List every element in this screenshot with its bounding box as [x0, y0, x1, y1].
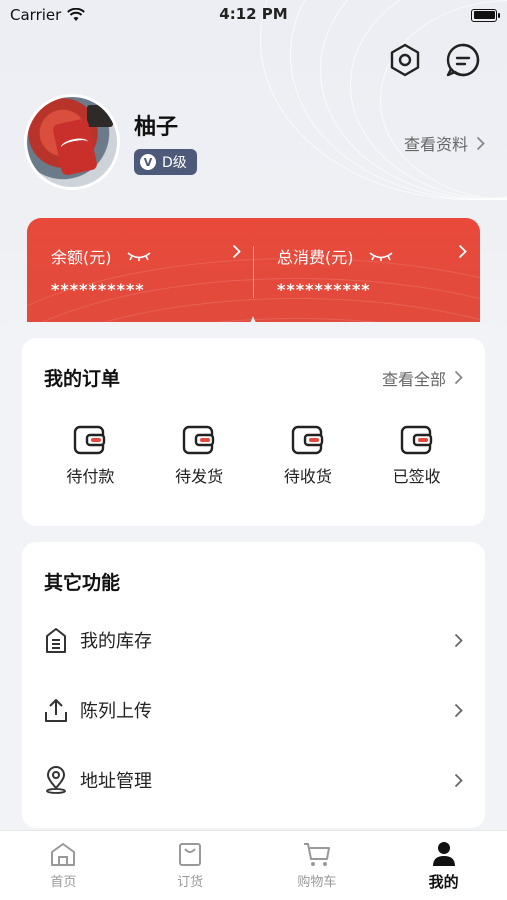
orders-title: 我的订单 — [44, 368, 121, 390]
menu-item-display-upload[interactable]: 陈列上传 — [22, 688, 485, 732]
tab-label: 首页 — [50, 875, 77, 890]
chevron-right-icon — [454, 703, 463, 717]
avatar[interactable] — [24, 94, 120, 190]
level-badge: V D级 — [134, 149, 197, 175]
order-status-pending-receipt[interactable]: 待收货 — [263, 425, 353, 487]
wallet-icon — [291, 425, 324, 455]
wallet-divider — [253, 246, 254, 298]
status-bar: Carrier — [0, 0, 507, 30]
balance-value: ********** — [51, 280, 145, 299]
chevron-right-icon — [454, 633, 463, 647]
order-status-pending-shipment[interactable]: 待发货 — [154, 425, 244, 487]
chevron-right-icon — [458, 244, 467, 259]
profile-header: 柚子 V D级 — [24, 94, 197, 190]
total-spend-label: 总消费(元) — [277, 248, 354, 267]
menu-item-address-management[interactable]: 地址管理 — [22, 758, 485, 802]
eye-closed-icon[interactable] — [368, 250, 394, 262]
eye-closed-icon[interactable] — [126, 250, 152, 262]
wallet-icon — [182, 425, 215, 455]
view-profile-link[interactable]: 查看资料 — [404, 131, 485, 155]
view-all-orders-link[interactable]: 查看全部 — [382, 366, 463, 390]
order-status-label: 已签收 — [392, 467, 441, 486]
view-profile-label: 查看资料 — [403, 135, 468, 154]
chevron-right-icon — [232, 244, 241, 259]
functions-title: 其它功能 — [44, 572, 121, 594]
battery-icon — [471, 8, 500, 22]
person-icon — [432, 842, 455, 866]
wallet-icon — [74, 425, 106, 455]
sheet-notch — [241, 316, 265, 328]
wallet-icon — [400, 425, 432, 455]
other-functions-card: 其它功能 我的库存 陈列上传 地址管理 — [22, 542, 485, 828]
bag-icon — [179, 843, 202, 866]
order-status-signed[interactable]: 已签收 — [372, 425, 462, 487]
tab-order[interactable]: 订货 — [127, 831, 254, 900]
view-all-label: 查看全部 — [381, 369, 446, 389]
tab-home[interactable]: 首页 — [0, 831, 127, 900]
vip-icon: V — [140, 154, 156, 170]
orders-card: 我的订单 查看全部 待付款 待发货 待收货 已签收 — [22, 338, 485, 526]
order-status-label: 待付款 — [66, 467, 115, 486]
chevron-right-icon — [476, 136, 485, 150]
bottom-tab-bar: 首页 订货 购物车 我的 — [0, 830, 507, 900]
message-bubble-icon[interactable] — [445, 42, 481, 78]
chevron-right-icon — [454, 370, 463, 385]
order-status-label: 待收货 — [283, 467, 332, 486]
cart-icon — [303, 843, 330, 866]
balance-label: 余额(元) — [51, 248, 112, 267]
user-name: 柚子 — [134, 115, 179, 140]
order-status-pending-payment[interactable]: 待付款 — [45, 425, 135, 487]
level-label: D级 — [162, 155, 187, 171]
tab-cart[interactable]: 购物车 — [254, 831, 381, 900]
wifi-icon — [67, 8, 86, 21]
tab-label: 我的 — [428, 873, 459, 891]
upload-icon — [45, 699, 67, 722]
tab-label: 订货 — [177, 875, 204, 890]
tab-label: 购物车 — [297, 875, 337, 890]
menu-item-inventory[interactable]: 我的库存 — [22, 618, 485, 662]
total-spend-item[interactable]: 总消费(元) ********** — [277, 244, 467, 299]
tab-mine[interactable]: 我的 — [380, 831, 507, 900]
menu-item-label: 陈列上传 — [80, 701, 152, 722]
total-spend-value: ********** — [277, 280, 371, 299]
menu-item-label: 我的库存 — [80, 631, 152, 652]
settings-hex-icon[interactable] — [387, 42, 423, 78]
chevron-right-icon — [454, 773, 463, 787]
location-pin-icon — [46, 766, 66, 794]
menu-item-label: 地址管理 — [80, 771, 152, 792]
home-icon — [51, 843, 76, 866]
warehouse-icon — [46, 628, 66, 653]
carrier-label: Carrier — [10, 6, 62, 24]
order-status-label: 待发货 — [175, 467, 224, 486]
balance-item[interactable]: 余额(元) ********** — [51, 244, 241, 299]
